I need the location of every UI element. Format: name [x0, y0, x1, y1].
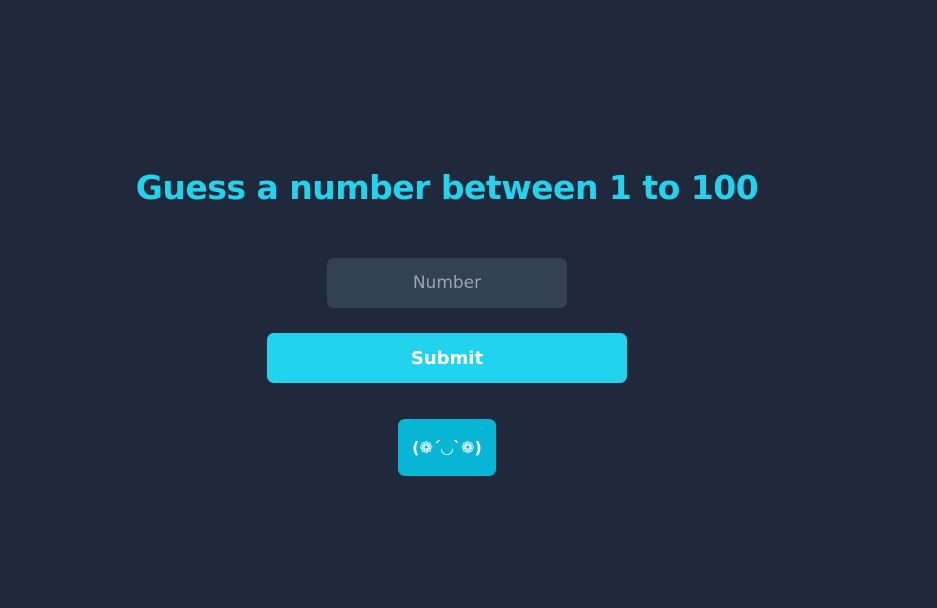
game-page: Guess a number between 1 to 100 Submit (… [0, 0, 937, 608]
feedback-emoticon-badge: (❁´◡`❁) [398, 419, 496, 476]
submit-button[interactable]: Submit [267, 333, 627, 383]
number-input[interactable] [327, 258, 567, 308]
page-title: Guess a number between 1 to 100 [135, 168, 759, 207]
